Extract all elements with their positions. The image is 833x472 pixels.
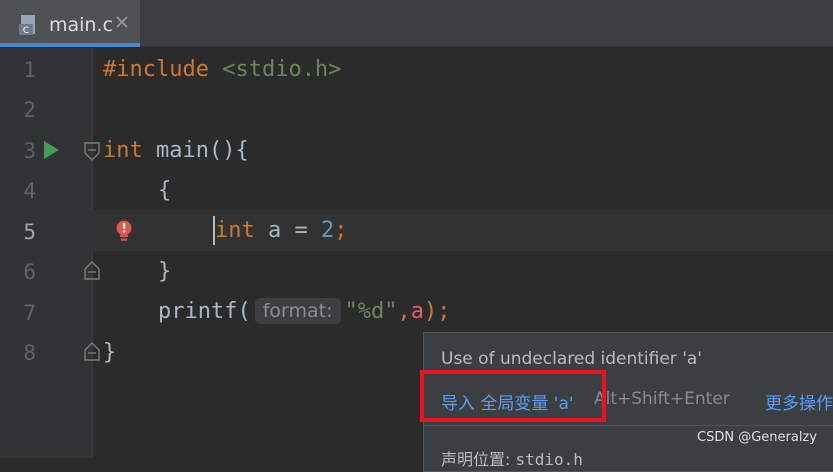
- include-header: <stdio.h>: [222, 57, 342, 82]
- text-caret: [213, 216, 215, 245]
- current-line-highlight: [92, 210, 833, 251]
- line-number: 2: [23, 98, 36, 122]
- tab-label: main.c: [49, 14, 113, 36]
- parameter-hint: format:: [254, 298, 341, 324]
- close-tab-icon[interactable]: [114, 14, 130, 30]
- code-line-5[interactable]: int a = 2;: [215, 216, 347, 246]
- main-signature: main(){: [142, 138, 249, 163]
- undeclared-identifier: a: [410, 299, 424, 324]
- editor-tab-bar: C main.c: [0, 0, 833, 47]
- svg-text:C: C: [23, 26, 29, 36]
- include-directive: #include: [103, 57, 209, 82]
- fold-end-icon[interactable]: [83, 261, 101, 281]
- c-file-icon: C: [19, 15, 35, 36]
- code-line-8[interactable]: }: [103, 338, 116, 368]
- fold-collapse-icon[interactable]: [83, 141, 101, 161]
- watermark: CSDN @Generalzy: [697, 430, 817, 445]
- comma: ,: [397, 299, 411, 324]
- tab-main-c[interactable]: C main.c: [0, 0, 140, 47]
- line-number: 4: [23, 179, 36, 203]
- line-number-current: 5: [23, 220, 36, 244]
- number-literal: 2: [320, 218, 335, 243]
- printf-call: printf(: [158, 299, 251, 324]
- code-line-7[interactable]: printf(format: "%d",a);: [158, 297, 451, 327]
- code-line-6[interactable]: }: [158, 257, 171, 287]
- call-close: );: [424, 299, 451, 324]
- error-message: Use of undeclared identifier 'a': [441, 349, 702, 369]
- declaration-location: 声明位置: stdio.h: [441, 446, 583, 470]
- gutter-separator: [92, 48, 93, 458]
- popup-divider: [424, 425, 833, 426]
- line-number: 1: [23, 58, 36, 82]
- close-brace: }: [103, 340, 117, 365]
- fold-end-icon[interactable]: [83, 342, 101, 362]
- declaration-label: 声明位置:: [441, 450, 516, 469]
- declaration-value[interactable]: stdio.h: [515, 450, 582, 469]
- code-line-1[interactable]: #include <stdio.h>: [103, 55, 341, 85]
- var-declaration: a =: [254, 218, 321, 243]
- action-shortcut: Alt+Shift+Enter: [594, 389, 730, 409]
- line-number: 3: [23, 139, 36, 163]
- keyword-int: int: [103, 138, 143, 163]
- close-brace: }: [158, 259, 172, 284]
- line-number: 7: [23, 301, 36, 325]
- open-brace: {: [158, 178, 172, 203]
- annotation-highlight-box: [420, 370, 606, 422]
- line-number: 6: [23, 260, 36, 284]
- code-line-3[interactable]: int main(){: [103, 136, 249, 166]
- run-icon[interactable]: [42, 140, 60, 160]
- code-line-4[interactable]: {: [158, 176, 171, 206]
- error-bulb-icon[interactable]: [114, 220, 134, 242]
- format-string: "%d": [344, 299, 398, 324]
- keyword-int: int: [215, 218, 255, 243]
- more-actions-link[interactable]: 更多操作: [765, 389, 833, 414]
- line-number: 8: [23, 341, 36, 365]
- semicolon: ;: [334, 218, 348, 243]
